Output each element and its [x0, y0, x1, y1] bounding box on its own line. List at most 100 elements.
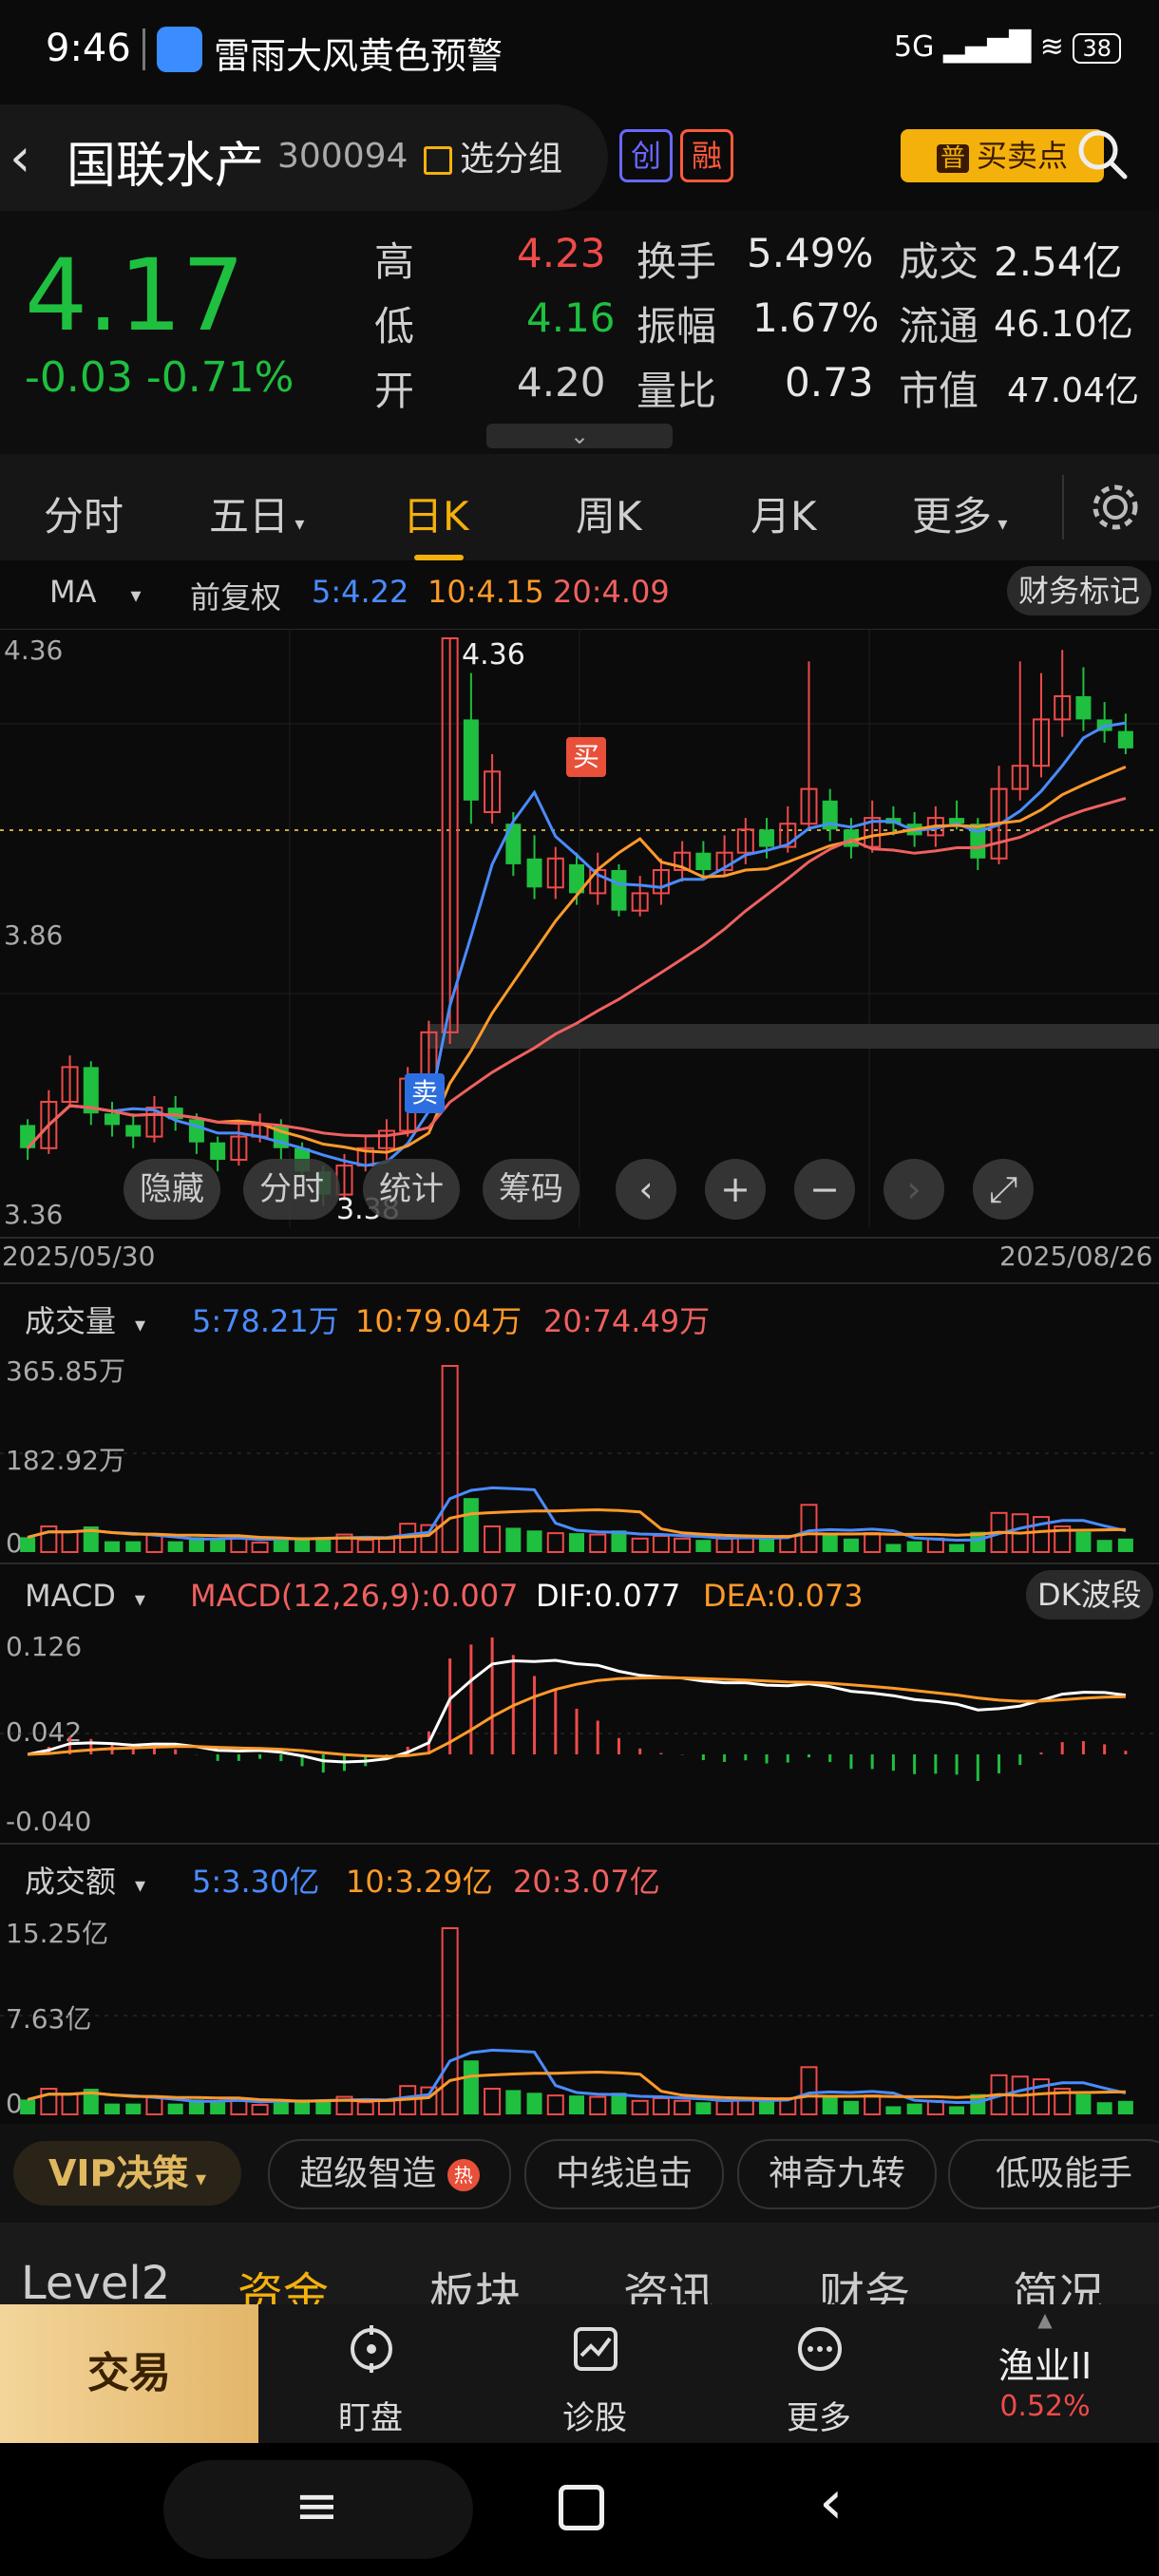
- menu-icon[interactable]: ≡: [294, 2475, 339, 2537]
- volume-bar: [864, 1532, 882, 1553]
- tab-intraday[interactable]: 分时: [44, 484, 124, 542]
- intraday-button[interactable]: 分时: [243, 1159, 340, 1220]
- candle: [611, 870, 627, 911]
- tab-more[interactable]: 更多 ▾: [912, 484, 1007, 542]
- home-icon[interactable]: [559, 2485, 604, 2530]
- amt-ma10: 10:3.29亿: [346, 1864, 493, 1900]
- scroll-right-icon[interactable]: ›: [884, 1159, 944, 1220]
- tab-finance[interactable]: 财务: [819, 2257, 910, 2304]
- fullscreen-icon[interactable]: ⤢: [973, 1159, 1034, 1220]
- volume-chart: [0, 1365, 1159, 1554]
- volume-bar: [885, 1544, 902, 1552]
- volume-bar: [1096, 1540, 1112, 1552]
- nav-sector[interactable]: ▲ 渔业II 0.52%: [935, 2304, 1155, 2443]
- volume-bar: [145, 1533, 163, 1553]
- tab-weekly-k[interactable]: 周K: [576, 484, 642, 542]
- zoom-out-icon[interactable]: −: [794, 1159, 855, 1220]
- volume-bar: [104, 2103, 121, 2114]
- chips-button[interactable]: 筹码: [483, 1159, 580, 1220]
- tab-level2[interactable]: Level2: [21, 2257, 170, 2304]
- nav-watch[interactable]: 盯盘: [260, 2304, 481, 2443]
- back-nav-icon[interactable]: ‹: [819, 2468, 844, 2538]
- nav-more[interactable]: 更多: [709, 2304, 929, 2443]
- amt-ma20: 20:3.07亿: [513, 1864, 660, 1900]
- nav-diagnose[interactable]: 诊股: [484, 2304, 705, 2443]
- indicator-low-buy[interactable]: 低吸能手: [948, 2139, 1159, 2209]
- indicator-magic-nine[interactable]: 神奇九转: [737, 2139, 937, 2209]
- stock-name: 国联水产: [66, 138, 265, 195]
- volume-bar: [695, 1540, 712, 1552]
- stock-code: 300094: [277, 137, 408, 176]
- weather-alert: 雷雨大风黄色预警: [214, 35, 504, 77]
- candle: [759, 829, 775, 847]
- indicator-mid-chase[interactable]: 中线追击: [524, 2139, 724, 2209]
- margin-tag: 融: [680, 129, 733, 182]
- float-value: 46.10亿: [994, 303, 1133, 345]
- kline-panel[interactable]: MA ▾ 前复权 5:4.22 10:4.15 20:4.09 财务标记 4.36…: [0, 560, 1159, 1282]
- volume-selector[interactable]: 成交量 ▾: [25, 1297, 145, 1341]
- volume-bar: [949, 2106, 965, 2114]
- candle: [20, 1125, 36, 1148]
- tab-news[interactable]: 资讯: [623, 2257, 714, 2304]
- low-label: 低: [374, 303, 415, 350]
- dk-band-button[interactable]: DK波段: [1026, 1570, 1153, 1619]
- candle: [210, 1142, 226, 1160]
- tab-five-day[interactable]: 五日 ▾: [209, 484, 304, 542]
- stock-header: ‹ 国联水产 300094 选分组 创 融 普买卖点: [0, 104, 1159, 211]
- vol-ma10: 10:79.04万: [355, 1303, 522, 1339]
- tab-profile[interactable]: 简况: [1013, 2257, 1104, 2304]
- expand-chevron-icon[interactable]: ⌄: [486, 424, 673, 448]
- volume-bar: [1075, 1531, 1092, 1552]
- scroll-left-icon[interactable]: ‹: [616, 1159, 676, 1220]
- candle: [104, 1113, 121, 1126]
- macd-panel[interactable]: MACD ▾ MACD(12,26,9):0.007 DIF:0.077 DEA:…: [0, 1563, 1159, 1845]
- back-icon[interactable]: ‹: [10, 127, 30, 189]
- volume-bar: [167, 1541, 183, 1552]
- signal-icon: 5G: [894, 30, 935, 64]
- volume-bar: [822, 2095, 838, 2114]
- max-price-note: 4.36: [462, 638, 525, 672]
- candle: [1075, 696, 1092, 720]
- volume-bar: [1075, 2093, 1092, 2114]
- vol-ma5: 5:78.21万: [192, 1303, 339, 1339]
- ma5-value: 5:4.22: [312, 574, 409, 610]
- dea-value: DEA:0.073: [703, 1578, 864, 1614]
- vip-decision-button[interactable]: VIP决策 ▾: [13, 2141, 241, 2206]
- hide-button[interactable]: 隐藏: [124, 1159, 220, 1220]
- adjust-mode[interactable]: 前复权: [190, 574, 281, 617]
- tab-daily-k[interactable]: 日K: [403, 484, 469, 542]
- volume-bar: [631, 1537, 649, 1554]
- volume-panel[interactable]: 成交量 ▾ 5:78.21万 10:79.04万 20:74.49万 365.85…: [0, 1282, 1159, 1564]
- quote-panel: 4.17 -0.03 -0.71% 高 4.23 低 4.16 开 4.20 换…: [0, 211, 1159, 454]
- amount-selector[interactable]: 成交额 ▾: [25, 1858, 145, 1902]
- volume-bar: [631, 2099, 649, 2116]
- open-value: 4.20: [517, 359, 606, 406]
- float-label: 流通: [899, 303, 979, 350]
- financial-marker-button[interactable]: 财务标记: [1007, 566, 1152, 616]
- gear-icon[interactable]: [1089, 481, 1142, 534]
- stats-button[interactable]: 统计: [363, 1159, 460, 1220]
- zoom-in-icon[interactable]: +: [705, 1159, 766, 1220]
- macd-selector[interactable]: MACD ▾: [25, 1578, 145, 1614]
- checkbox-icon: [424, 146, 452, 175]
- tab-funds[interactable]: 资金: [238, 2257, 329, 2304]
- tab-sector[interactable]: 板块: [429, 2257, 521, 2304]
- volume-bar: [759, 1538, 775, 1552]
- wifi-icon: ≋: [1039, 30, 1064, 64]
- ma-selector[interactable]: MA ▾: [49, 574, 142, 610]
- indicator-super-smart[interactable]: 超级智造 热: [268, 2139, 511, 2209]
- volume-bar: [906, 2103, 922, 2114]
- sell-marker[interactable]: 卖: [405, 1073, 445, 1113]
- select-group-button[interactable]: 选分组: [424, 131, 562, 180]
- tab-monthly-k[interactable]: 月K: [750, 484, 817, 542]
- trade-button[interactable]: 交易: [0, 2304, 258, 2443]
- amount-panel[interactable]: 成交额 ▾ 5:3.30亿 10:3.29亿 20:3.07亿 15.25亿 7.…: [0, 1843, 1159, 2126]
- open-label: 开: [374, 368, 415, 414]
- buy-marker[interactable]: 买: [566, 737, 606, 777]
- signal-bars-icon: ▂▄▆█: [942, 30, 1032, 64]
- amplitude-value: 1.67%: [752, 294, 880, 341]
- price-change: -0.03 -0.71%: [25, 353, 294, 402]
- search-icon[interactable]: [1074, 125, 1130, 182]
- status-bar: 9:46 雷雨大风黄色预警 5G ▂▄▆█ ≋ 38: [0, 0, 1159, 104]
- volume-bar: [505, 2090, 522, 2114]
